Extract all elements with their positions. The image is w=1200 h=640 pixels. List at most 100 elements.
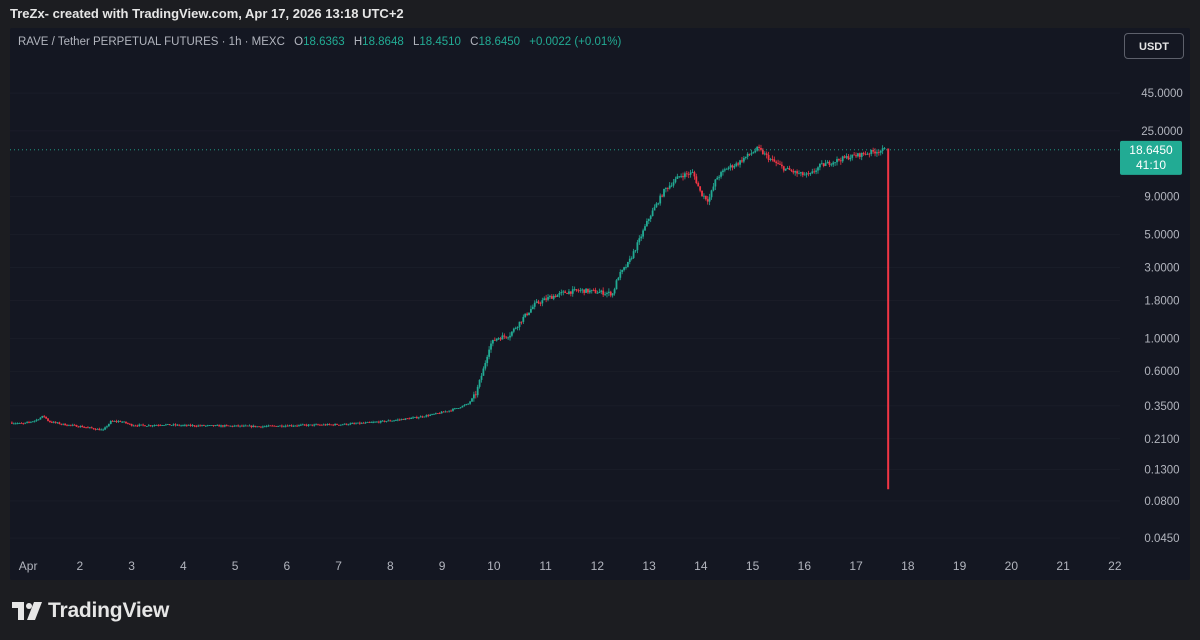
candle [442,411,445,413]
candle-body [733,166,736,168]
candle [406,418,409,420]
candle [39,417,42,420]
candle-body [339,424,342,426]
candle [248,424,251,427]
candle [47,418,49,422]
candle [809,172,812,176]
candle-body [216,425,219,426]
candle-body [115,421,118,422]
candle-body [142,424,144,426]
candle-body [301,424,304,426]
candle [204,425,207,428]
candle-body [199,425,202,427]
candle-body [161,425,163,427]
candle [448,410,451,413]
candle [741,157,743,164]
candle-body [412,417,414,419]
footer: TradingView [0,580,1200,640]
candle [408,417,411,420]
candle-body [630,258,633,259]
candle-body [459,407,462,409]
candle [883,147,886,150]
candle [512,327,515,334]
candle [301,423,304,426]
candle [853,152,856,156]
candle [543,296,546,301]
candle [710,189,713,200]
candle-body [853,154,856,156]
candle [305,423,308,427]
candle [140,424,143,426]
candle [288,424,291,427]
candle [223,424,226,428]
candle [876,149,878,157]
candle [119,420,122,423]
candle-body [50,421,53,423]
candle [115,419,118,424]
candle-body [18,422,21,424]
candle-body [716,177,719,180]
candle-body [847,156,850,160]
candle-body [168,424,171,426]
candle-body [796,171,798,174]
candle [92,427,95,430]
candle [41,415,44,419]
candle [870,149,873,157]
candle [832,160,835,168]
candle-body [602,290,605,295]
candle-body [780,164,783,167]
candle [469,400,471,405]
candle [841,155,844,163]
candle-body [704,195,707,200]
candle-body [518,321,521,328]
candle-body [661,195,664,197]
legend-high-value: 18.8648 [362,36,404,48]
candle-body [824,163,827,167]
candle-body [398,419,401,421]
candle-body [47,418,49,421]
currency-button[interactable]: USDT [1124,33,1184,59]
candle [691,169,694,174]
candle-body [248,425,251,427]
candle-body [174,424,177,426]
candle-body [744,156,747,159]
candle [376,421,378,423]
candle-body [874,151,876,154]
candle [111,420,114,422]
candle-body [569,291,572,294]
candle-body [657,203,660,205]
candle-body [111,420,114,422]
legend-symbol: RAVE / Tether PERPETUAL FUTURES · 1h · M… [18,36,285,48]
candle-body [191,425,194,427]
candle-body [457,408,460,409]
candle [750,149,753,156]
candle-body [714,179,717,187]
chart-panel[interactable]: 45.0000 25.0000 9.0000 5.0000 3.0000 1.8000 1.… [10,28,1190,580]
candle [484,360,487,371]
price-chart[interactable]: 45.0000 25.0000 9.0000 5.0000 3.0000 1.8000 1.… [10,28,1190,580]
candle [410,417,413,420]
x-tick-label: 11 [539,559,552,573]
candle [250,425,253,429]
candle-body [353,423,356,424]
candle [746,152,749,160]
candle-body [754,150,757,153]
candle [107,423,110,427]
candle-body [672,182,675,186]
candle-body [275,425,278,427]
tradingview-logo[interactable]: TradingView [12,598,169,624]
candle-body [530,309,532,313]
candle-body [223,425,226,427]
legend-high-label: H [353,36,363,48]
candle [88,427,91,429]
candle [229,425,232,427]
candle [568,288,570,295]
candle [100,428,103,431]
candle [246,425,249,427]
candle-body [649,216,652,219]
x-tick-label: 8 [387,559,394,573]
candle [438,412,441,415]
candle-body [292,425,295,427]
candle [758,144,760,152]
candle [145,426,148,427]
